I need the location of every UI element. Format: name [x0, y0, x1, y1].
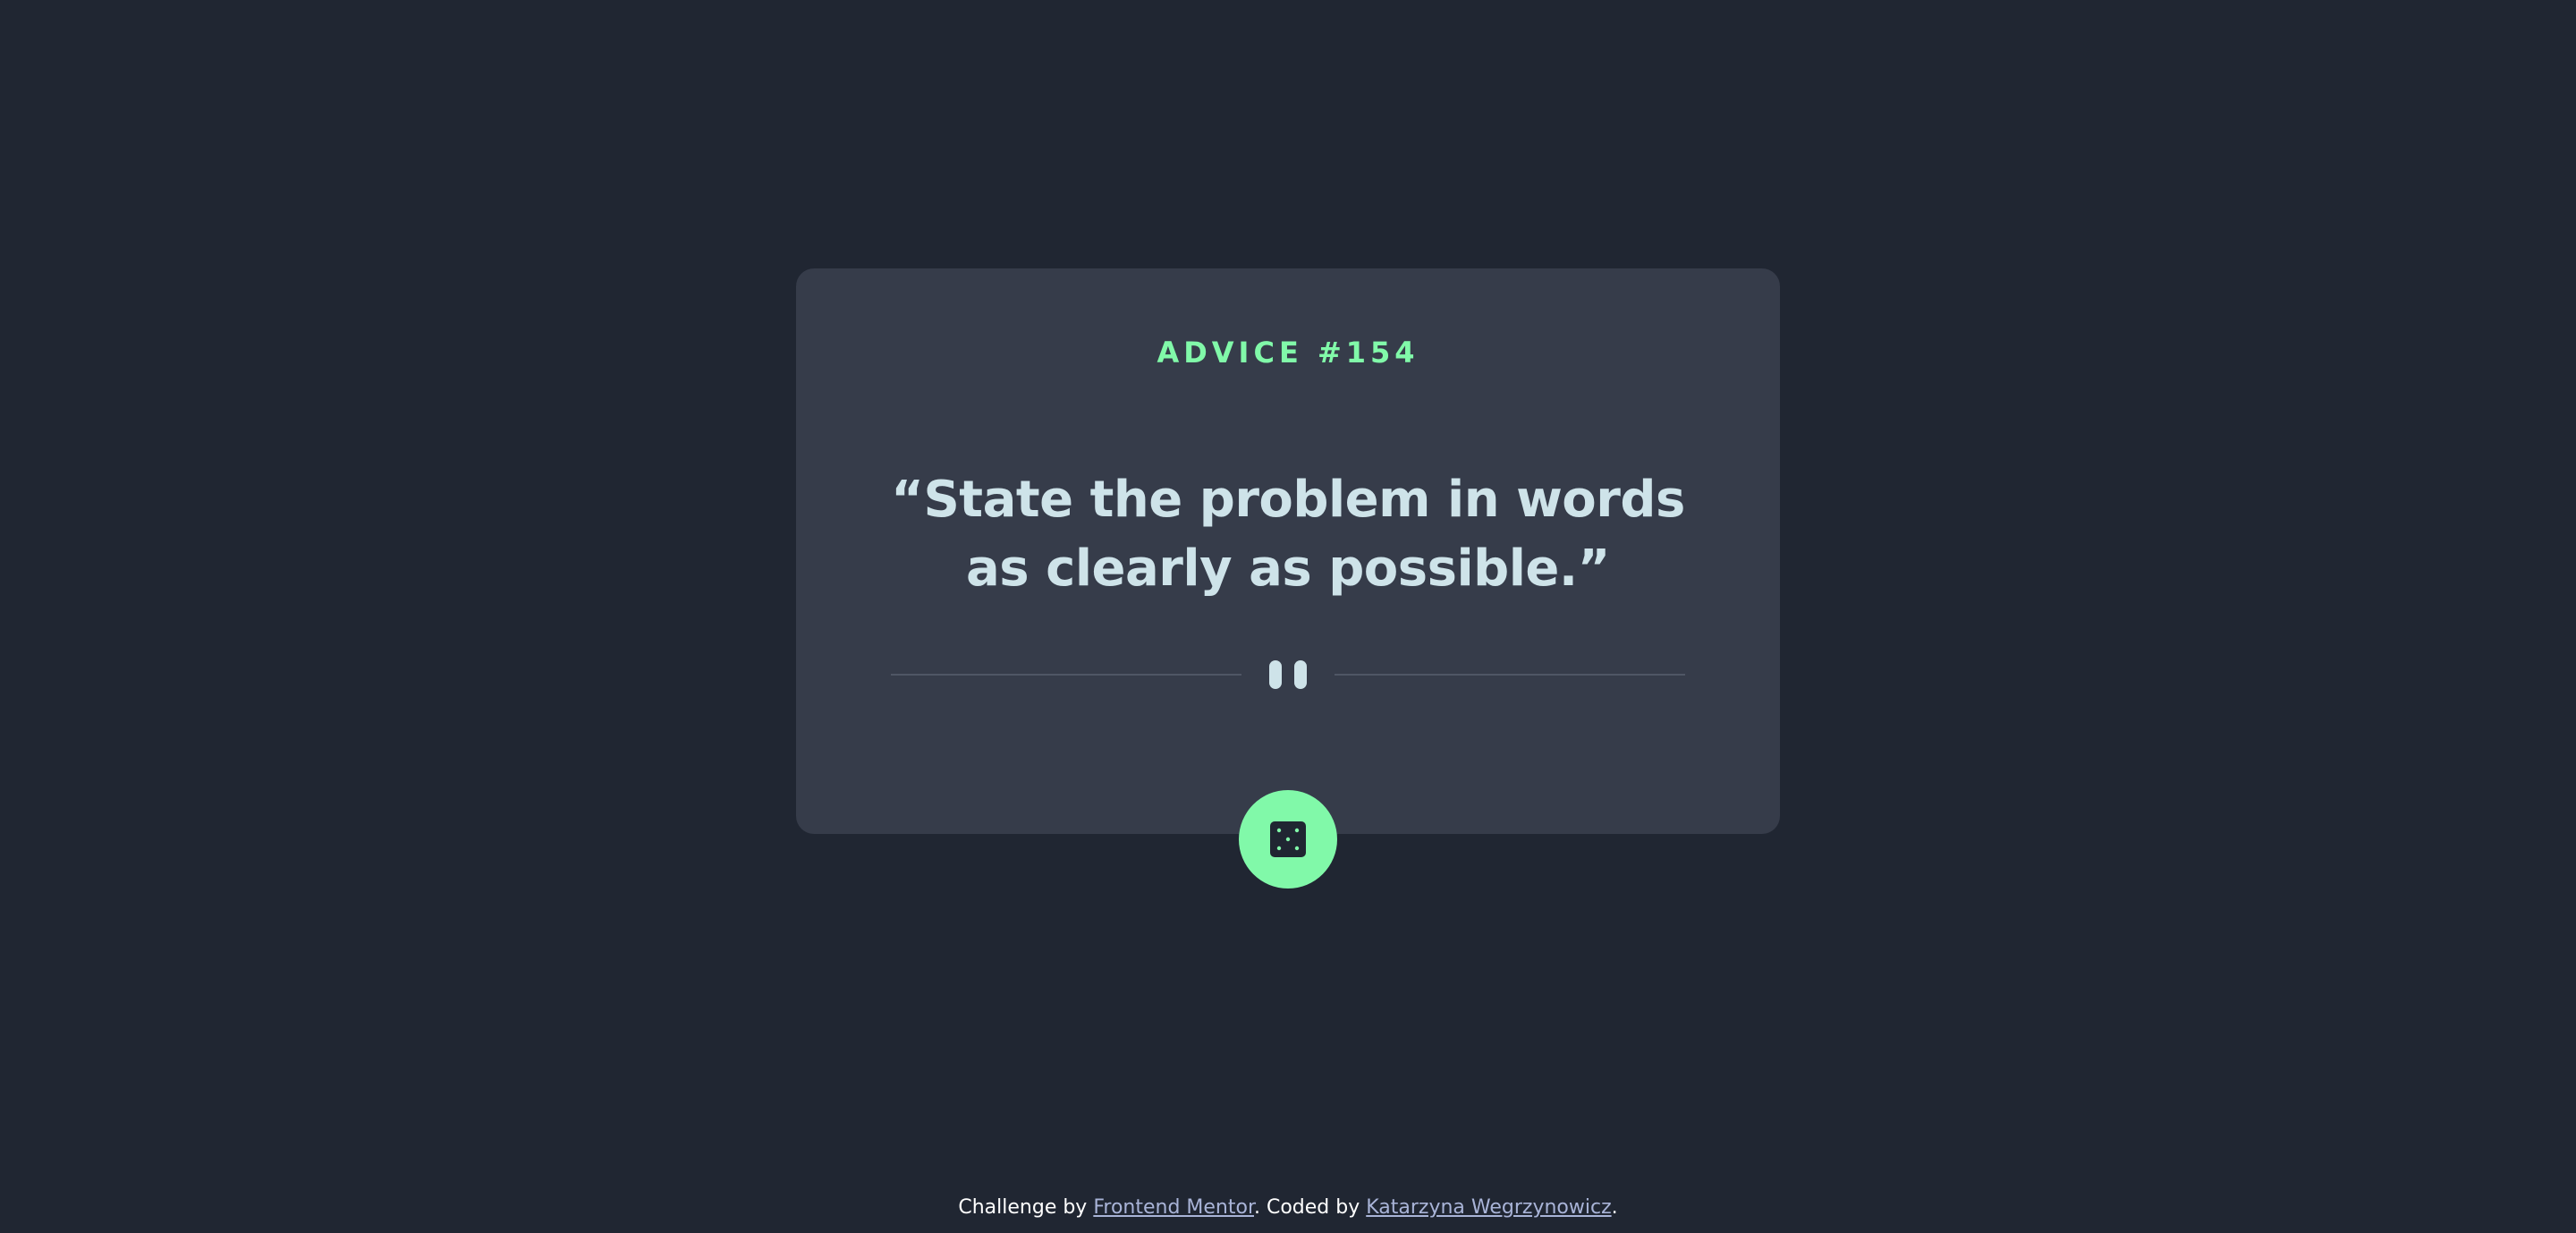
advice-quote: “State the problem in words as clearly a…	[891, 471, 1685, 598]
dice-icon	[1270, 821, 1306, 857]
divider-right-line	[1335, 674, 1685, 676]
advice-number: ADVICE #154	[1157, 336, 1419, 370]
attribution-footer: Challenge by Frontend Mentor. Coded by K…	[0, 1195, 2576, 1220]
divider-left-line	[891, 674, 1241, 676]
author-link[interactable]: Katarzyna Wegrzynowicz	[1366, 1196, 1611, 1219]
frontend-mentor-link[interactable]: Frontend Mentor	[1093, 1196, 1254, 1219]
new-advice-button[interactable]	[1239, 790, 1337, 889]
footer-middle: . Coded by	[1253, 1196, 1367, 1219]
footer-suffix: .	[1611, 1196, 1618, 1219]
pause-icon-left-bar	[1269, 660, 1282, 689]
footer-prefix: Challenge by	[958, 1196, 1094, 1219]
pause-icon-right-bar	[1294, 660, 1307, 689]
